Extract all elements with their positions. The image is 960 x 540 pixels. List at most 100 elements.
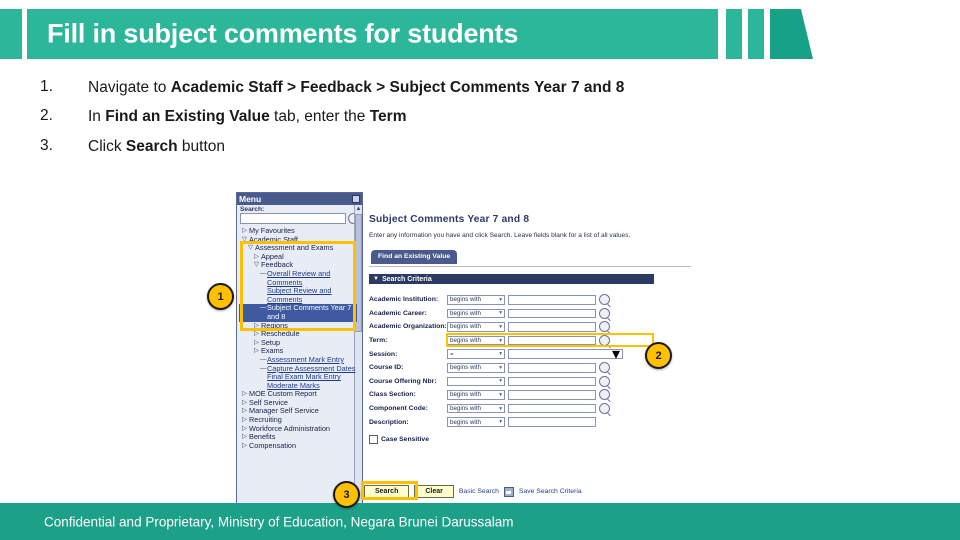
field-input[interactable] [508, 376, 596, 387]
tree-toggle-icon[interactable]: — [260, 356, 267, 365]
search-fields: Academic Institution: begins with ▾ Academi… [369, 293, 691, 429]
field-input[interactable] [508, 335, 596, 346]
field-label: Session: [369, 350, 398, 358]
menu-item-label: Subject Review and Comments [267, 286, 332, 304]
operator-select[interactable]: begins with ▾ [447, 390, 505, 400]
lookup-icon[interactable] [599, 403, 610, 415]
content-panel: Subject Comments Year 7 and 8 Enter any … [369, 214, 691, 444]
minimize-icon[interactable] [352, 195, 360, 203]
tree-toggle-icon[interactable]: ▷ [242, 399, 249, 408]
menu-item[interactable]: Subject Review and Comments [239, 286, 357, 304]
lookup-icon[interactable] [599, 294, 610, 306]
slide: Fill in subject comments for students 1.… [0, 0, 960, 540]
search-criteria-header[interactable]: ▼ Search Criteria [369, 274, 654, 284]
menu-tree: ▷ My Favourites ▽ Academic Staff ▽ Assessment… [237, 226, 359, 451]
menu-search-input[interactable] [240, 213, 346, 224]
button-row: Search Clear Basic Search Save Search Cr… [364, 485, 582, 498]
menu-search-label: Search: [240, 206, 265, 213]
tree-toggle-icon[interactable]: — [260, 270, 267, 279]
menu-item[interactable]: ▷ Setup [239, 338, 357, 348]
field-input[interactable] [508, 417, 596, 427]
step-text: Click Search button [88, 137, 225, 155]
menu-title: Menu [239, 193, 262, 204]
chevron-down-icon: ▾ [499, 337, 502, 344]
save-icon[interactable] [503, 486, 514, 497]
tree-toggle-icon[interactable]: ▷ [254, 339, 261, 348]
tree-toggle-icon[interactable]: ▷ [242, 442, 249, 451]
tree-toggle-icon[interactable]: ▽ [254, 261, 261, 270]
menu-item[interactable]: ▷ Appeal [239, 252, 357, 262]
operator-value: begins with [450, 309, 481, 317]
tree-toggle-icon[interactable]: ▷ [242, 407, 249, 416]
search-field-row: Term: begins with ▾ [369, 334, 691, 348]
menu-header: Menu [237, 193, 362, 205]
operator-select[interactable]: begins with ▾ [447, 335, 505, 346]
operator-select[interactable]: begins with ▾ [447, 362, 505, 373]
menu-item[interactable]: ▷ Reschedule [239, 330, 357, 339]
case-sensitive-label: Case Sensitive [381, 435, 429, 443]
menu-item[interactable]: ▽ Assessment and Exams [239, 244, 357, 253]
field-input[interactable] [508, 362, 596, 373]
search-button[interactable]: Search [364, 485, 410, 498]
menu-item-label: Compensation [249, 440, 297, 450]
tab-find-existing-value[interactable]: Find an Existing Value [371, 250, 458, 264]
menu-item[interactable]: ▷ Compensation [239, 440, 357, 451]
scroll-up-icon[interactable]: ▲ [355, 205, 362, 213]
lookup-icon[interactable] [599, 389, 610, 401]
lookup-icon[interactable] [599, 375, 610, 387]
field-input[interactable] [508, 390, 596, 400]
search-field-row: Academic Career: begins with ▾ [369, 307, 691, 321]
menu-item[interactable]: — Overall Review and Comments [239, 269, 357, 287]
lookup-icon[interactable] [599, 321, 610, 333]
operator-select[interactable]: begins with ▾ [447, 322, 505, 332]
step-number: 2. [40, 107, 53, 125]
tree-toggle-icon[interactable]: ▷ [254, 253, 261, 262]
tree-toggle-icon[interactable]: ▷ [242, 390, 249, 399]
header-accent-bar-1 [726, 9, 742, 59]
tree-toggle-icon[interactable]: ▷ [254, 322, 261, 331]
search-field-row: Course ID: begins with ▾ [369, 361, 691, 375]
field-label: Academic Career: [369, 309, 427, 317]
lookup-icon[interactable] [599, 362, 610, 374]
field-input[interactable] [508, 308, 596, 319]
chevron-down-icon: ▾ [499, 351, 502, 358]
search-field-row: Academic Institution: begins with ▾ [369, 293, 691, 307]
tree-toggle-icon[interactable]: ▷ [242, 425, 249, 434]
clear-button[interactable]: Clear [414, 485, 454, 498]
list-item: 3. Click Search button [40, 137, 740, 156]
callout-badge-3: 3 [333, 481, 360, 508]
menu-item[interactable]: — Subject Comments Year 7 and 8 [239, 303, 357, 322]
field-input[interactable] [508, 322, 596, 332]
operator-select[interactable]: begins with ▾ [447, 417, 505, 427]
tree-toggle-icon[interactable]: ▽ [248, 244, 255, 253]
tree-toggle-icon[interactable]: ▷ [242, 433, 249, 442]
tree-toggle-icon[interactable]: ▷ [242, 227, 249, 236]
tree-toggle-icon[interactable]: ▷ [254, 330, 261, 339]
operator-value: begins with [450, 337, 481, 345]
save-search-criteria-link[interactable]: Save Search Criteria [519, 488, 582, 495]
field-input[interactable]: ▾ [508, 346, 623, 363]
callout-badge-2: 2 [645, 342, 672, 369]
case-sensitive-checkbox[interactable] [369, 434, 378, 444]
operator-select[interactable]: begins with ▾ [447, 308, 505, 319]
lookup-icon[interactable] [599, 307, 610, 319]
chevron-down-icon: ▾ [499, 364, 502, 371]
operator-select[interactable]: begins with ▾ [447, 295, 505, 305]
field-input[interactable] [508, 295, 596, 305]
header-left-block [0, 9, 22, 59]
field-label: Term: [369, 337, 388, 345]
chevron-down-icon: ▾ [499, 310, 502, 317]
operator-select[interactable]: ▾ [447, 376, 505, 387]
field-label: Academic Organization: [369, 323, 447, 331]
tree-toggle-icon[interactable]: ▷ [242, 416, 249, 425]
tree-toggle-icon[interactable]: ▽ [242, 236, 249, 245]
operator-select[interactable]: begins with ▾ [447, 403, 505, 414]
lookup-icon[interactable] [599, 335, 610, 347]
operator-select[interactable]: = ▾ [447, 349, 505, 359]
tree-toggle-icon[interactable]: — [260, 304, 267, 313]
tree-toggle-icon[interactable]: — [260, 365, 267, 374]
case-sensitive-row[interactable]: Case Sensitive [369, 434, 691, 444]
tree-toggle-icon[interactable]: ▷ [254, 347, 261, 356]
field-input[interactable] [508, 403, 596, 414]
basic-search-link[interactable]: Basic Search [459, 488, 499, 495]
